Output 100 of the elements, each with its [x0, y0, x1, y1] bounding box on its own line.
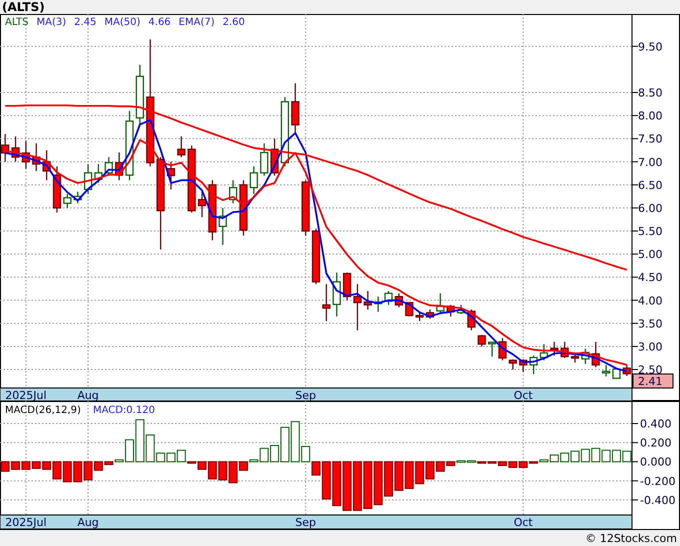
axis-label: 9.50 — [638, 40, 662, 54]
candlestick — [612, 368, 621, 379]
axis-label: 0.000 — [640, 456, 672, 469]
candlestick — [84, 164, 92, 194]
candlestick — [11, 136, 20, 162]
candlestick — [581, 348, 590, 364]
candlestick — [560, 342, 569, 358]
histogram-bar — [218, 461, 228, 480]
candlestick — [488, 342, 496, 357]
histogram-bar — [622, 450, 632, 462]
legend-value: 4.66 — [148, 17, 171, 29]
date-label: Oct — [514, 389, 533, 401]
candlestick — [22, 140, 30, 169]
candlestick — [394, 293, 403, 308]
candlestick — [94, 164, 103, 183]
axis-label: 3.00 — [638, 340, 662, 354]
date-label: 2025Jul — [5, 389, 47, 401]
candlestick — [426, 310, 434, 319]
axis-label: 8.50 — [638, 86, 662, 100]
candlestick — [416, 312, 424, 322]
date-label: Sep — [295, 516, 316, 529]
date-label: Aug — [77, 516, 99, 529]
axis-label: 5.00 — [638, 248, 662, 262]
chart-title: (ALTS) — [2, 0, 45, 14]
candlestick — [374, 296, 382, 312]
axis-label: 6.00 — [638, 202, 662, 215]
last-price-badge: 2.41 — [632, 374, 674, 388]
histogram-bar — [363, 461, 372, 509]
candlestick — [104, 157, 113, 176]
candlestick — [312, 228, 320, 284]
histogram-bar — [612, 450, 621, 462]
candlestick — [188, 146, 196, 213]
candlestick — [622, 364, 631, 376]
date-label: Aug — [77, 389, 99, 401]
candlestick — [364, 291, 372, 310]
candlestick — [177, 136, 186, 158]
candlestick — [529, 356, 538, 374]
candlestick — [508, 359, 517, 370]
axis-label: 4.50 — [638, 271, 662, 284]
axis-label: 8.00 — [638, 110, 662, 123]
axis-label: 4.00 — [638, 294, 662, 308]
axis-label: 0.200 — [640, 436, 672, 450]
histogram-bar — [591, 448, 600, 462]
candlestick — [456, 304, 466, 314]
axis-label: 6.50 — [638, 178, 662, 192]
candlestick — [498, 338, 507, 360]
histogram-bar — [384, 461, 394, 497]
histogram-bar — [394, 461, 404, 491]
candlestick — [52, 166, 62, 213]
legend-label: MA(50) — [104, 17, 140, 29]
histogram-bar — [73, 461, 82, 482]
copyright-text: © 12Stocks.com — [585, 532, 677, 544]
candlestick — [229, 180, 238, 204]
candlestick — [478, 334, 486, 346]
histogram-bar — [11, 461, 20, 470]
histogram-bar — [374, 461, 383, 506]
candlestick — [436, 293, 444, 314]
histogram-bar — [560, 452, 570, 462]
candlestick — [322, 284, 330, 322]
candlestick — [446, 304, 455, 316]
candlestick — [540, 344, 548, 360]
candlestick — [198, 192, 206, 218]
axis-label: 7.00 — [638, 156, 662, 169]
histogram-bar — [570, 450, 580, 462]
candlestick — [384, 291, 393, 305]
candlestick — [166, 162, 176, 190]
axis-label: 0.400 — [640, 418, 672, 431]
candlestick — [260, 143, 268, 176]
candlestick — [280, 97, 290, 166]
candlestick — [592, 342, 600, 368]
histogram-bar — [352, 461, 362, 511]
legend-label: MA(3) — [36, 17, 66, 29]
axis-label: 3.50 — [638, 317, 662, 330]
candlestick — [270, 138, 279, 176]
histogram-bar — [166, 452, 176, 462]
axis-label: -0.400 — [640, 494, 676, 507]
candlestick — [570, 353, 580, 363]
candlestick — [302, 180, 310, 236]
legend-label: MACD(26,12,9) — [5, 405, 81, 417]
candlestick — [32, 143, 40, 171]
candlestick — [136, 64, 144, 125]
histogram-bar — [602, 450, 611, 462]
histogram-bar — [21, 461, 30, 470]
histogram-bar — [332, 461, 342, 506]
candlestick — [291, 83, 300, 134]
date-label: Oct — [514, 516, 533, 529]
axis-label: 5.50 — [638, 225, 662, 238]
histogram-bar — [0, 461, 10, 472]
legend-value: MACD:0.120 — [92, 405, 155, 417]
legend-value: 2.45 — [74, 17, 96, 29]
candlestick — [42, 150, 51, 180]
date-label: 2025Jul — [5, 516, 47, 529]
date-label: Sep — [295, 389, 316, 401]
candlestick — [519, 359, 528, 372]
candlestick — [342, 272, 352, 300]
histogram-bar — [580, 448, 590, 462]
candlestick — [74, 192, 82, 204]
legend-label: EMA(7) — [178, 17, 215, 29]
candlestick — [239, 180, 248, 236]
axis-label: 7.50 — [638, 132, 662, 146]
